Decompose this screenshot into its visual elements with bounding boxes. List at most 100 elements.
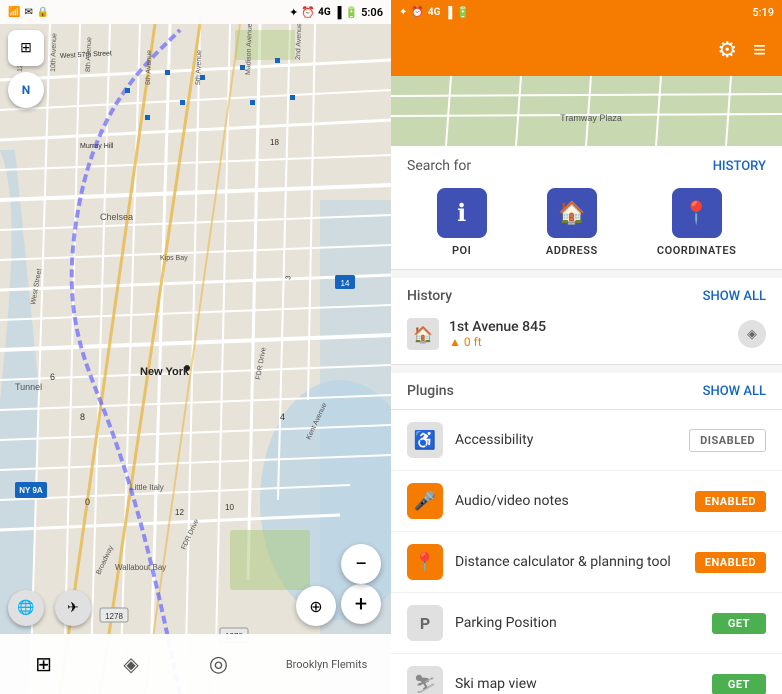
location-icon: ⊕ bbox=[309, 597, 322, 616]
svg-text:4: 4 bbox=[280, 412, 285, 422]
center-icon: ◎ bbox=[209, 652, 228, 677]
poi-label: POI bbox=[452, 244, 471, 257]
plugins-header: Plugins SHOW ALL bbox=[391, 373, 782, 410]
map-bottom-bar: ⊞ ◈ ◎ Brooklyn Flemits bbox=[0, 634, 391, 694]
search-section: Search for HISTORY ℹ POI 🏠 ADDRESS 📍 CO bbox=[391, 146, 782, 270]
settings-button[interactable]: ⚙ bbox=[717, 38, 737, 63]
search-header: Search for HISTORY bbox=[407, 158, 766, 174]
history-section-header: History SHOW ALL bbox=[407, 288, 766, 304]
ski-badge[interactable]: GET bbox=[712, 674, 766, 694]
grid-icon: ⊞ bbox=[35, 652, 52, 676]
svg-text:18: 18 bbox=[270, 138, 279, 147]
bluetooth-icon: ✦ bbox=[289, 6, 298, 19]
svg-text:Tunnel: Tunnel bbox=[15, 382, 42, 392]
parking-icon: P bbox=[420, 614, 430, 633]
my-location-button[interactable]: ⊕ bbox=[296, 586, 336, 626]
navigate-icon: ◈ bbox=[123, 652, 138, 676]
search-options: ℹ POI 🏠 ADDRESS 📍 COORDINATES bbox=[407, 188, 766, 257]
map-controls: ⊞ N bbox=[8, 30, 44, 108]
search-title: Search for bbox=[407, 158, 471, 174]
history-item-sub: ▲ 0 ft bbox=[449, 335, 728, 349]
compass-button[interactable]: N bbox=[8, 72, 44, 108]
audio-plugin-icon: 🎤 bbox=[407, 483, 443, 519]
history-item-details: 1st Avenue 845 ▲ 0 ft bbox=[449, 319, 728, 349]
svg-text:8th Avenue: 8th Avenue bbox=[85, 37, 93, 72]
map-thumb-svg: Tramway Plaza bbox=[391, 76, 782, 146]
plugin-item-parking: P Parking Position GET bbox=[391, 593, 782, 654]
svg-text:6: 6 bbox=[50, 372, 55, 382]
plugin-item-ski: ⛷ Ski map view GET bbox=[391, 654, 782, 694]
lock-icon: 🔒 bbox=[37, 7, 49, 18]
battery-r-icon: 🔋 bbox=[456, 6, 470, 19]
history-title: History bbox=[407, 288, 452, 304]
microphone-icon: 🎤 bbox=[414, 491, 436, 512]
audio-badge[interactable]: ENABLED bbox=[695, 491, 766, 512]
history-item-name: 1st Avenue 845 bbox=[449, 319, 728, 335]
search-option-address[interactable]: 🏠 ADDRESS bbox=[546, 188, 598, 257]
4g-label: 4G bbox=[318, 7, 331, 18]
status-bar-left: 📶 ✉ 🔒 ✦ ⏰ 4G ▐ 🔋 5:06 bbox=[0, 0, 391, 24]
history-item[interactable]: 🏠 1st Avenue 845 ▲ 0 ft ◈ bbox=[407, 314, 766, 354]
zoom-out-button[interactable]: − bbox=[341, 544, 381, 584]
svg-text:10: 10 bbox=[225, 503, 234, 512]
center-button[interactable]: ◎ bbox=[198, 644, 238, 684]
plugins-title: Plugins bbox=[407, 383, 454, 399]
time-left: 5:06 bbox=[361, 6, 383, 19]
plugins-section: Plugins SHOW ALL ♿ Accessibility DISABLE… bbox=[391, 373, 782, 694]
right-status-icons: ✦ ⏰ 4G ▐ 🔋 5:06 bbox=[289, 6, 383, 19]
globe-icon: 🌐 bbox=[17, 600, 34, 616]
grid-view-button[interactable]: ⊞ bbox=[24, 644, 64, 684]
address-label: ADDRESS bbox=[546, 244, 598, 257]
menu-button[interactable]: ≡ bbox=[753, 37, 766, 63]
audio-plugin-name: Audio/video notes bbox=[455, 493, 683, 509]
svg-text:NY 9A: NY 9A bbox=[19, 486, 43, 495]
accessibility-plugin-name: Accessibility bbox=[455, 432, 677, 448]
history-show-all[interactable]: SHOW ALL bbox=[703, 289, 766, 304]
address-icon-box: 🏠 bbox=[547, 188, 597, 238]
parking-badge[interactable]: GET bbox=[712, 613, 766, 634]
svg-text:Chelsea: Chelsea bbox=[100, 212, 133, 222]
minus-icon: − bbox=[355, 552, 368, 577]
ski-plugin-name: Ski map view bbox=[455, 676, 700, 692]
navigate-button[interactable]: ◈ bbox=[111, 644, 151, 684]
svg-text:6th Avenue: 6th Avenue bbox=[145, 50, 153, 85]
distance-badge[interactable]: ENABLED bbox=[695, 552, 766, 573]
history-item-nav[interactable]: ◈ bbox=[738, 320, 766, 348]
poi-icon: ℹ bbox=[457, 199, 466, 227]
ski-plugin-icon: ⛷ bbox=[407, 666, 443, 694]
plugin-item-audio: 🎤 Audio/video notes ENABLED bbox=[391, 471, 782, 532]
history-link[interactable]: HISTORY bbox=[713, 159, 766, 174]
layers-button[interactable]: ⊞ bbox=[8, 30, 44, 66]
svg-text:8: 8 bbox=[80, 412, 85, 422]
search-option-poi[interactable]: ℹ POI bbox=[437, 188, 487, 257]
svg-text:Murray Hill: Murray Hill bbox=[80, 143, 114, 150]
accessibility-plugin-icon: ♿ bbox=[407, 422, 443, 458]
globe-icon-btn[interactable]: 🌐 bbox=[8, 590, 44, 626]
plugin-item-accessibility: ♿ Accessibility DISABLED bbox=[391, 410, 782, 471]
sim-icon: 📶 bbox=[8, 7, 20, 18]
ski-icon: ⛷ bbox=[414, 674, 437, 694]
search-option-coordinates[interactable]: 📍 COORDINATES bbox=[657, 188, 736, 257]
svg-text:12: 12 bbox=[175, 508, 184, 517]
svg-text:Little Italy: Little Italy bbox=[130, 483, 164, 492]
address-icon: 🏠 bbox=[558, 201, 585, 226]
plugins-show-all[interactable]: SHOW ALL bbox=[703, 384, 766, 399]
svg-text:10th Avenue: 10th Avenue bbox=[50, 33, 58, 72]
history-section: History SHOW ALL 🏠 1st Avenue 845 ▲ 0 ft… bbox=[391, 278, 782, 365]
distance-plugin-name: Distance calculator & planning tool bbox=[455, 554, 683, 570]
zoom-in-button[interactable]: + bbox=[341, 584, 381, 624]
map-thumbnail: Tramway Plaza bbox=[391, 76, 782, 146]
plane-icon-btn[interactable]: ✈ bbox=[55, 590, 91, 626]
svg-text:New York: New York bbox=[140, 366, 190, 378]
status-bar-right: ✦ ⏰ 4G ▐ 🔋 5:19 bbox=[391, 0, 782, 24]
accessibility-badge[interactable]: DISABLED bbox=[689, 429, 766, 452]
location-pin-icon: 📍 bbox=[414, 552, 436, 573]
svg-text:1278: 1278 bbox=[105, 612, 123, 621]
app-header: ⚙ ≡ bbox=[391, 24, 782, 76]
nav-arrow-icon: ◈ bbox=[747, 327, 757, 342]
plugin-item-distance: 📍 Distance calculator & planning tool EN… bbox=[391, 532, 782, 593]
mail-icon: ✉ bbox=[24, 7, 32, 18]
home-icon: 🏠 bbox=[413, 325, 433, 344]
bt-icon: ✦ bbox=[399, 7, 407, 18]
layers-icon: ⊞ bbox=[20, 40, 32, 56]
